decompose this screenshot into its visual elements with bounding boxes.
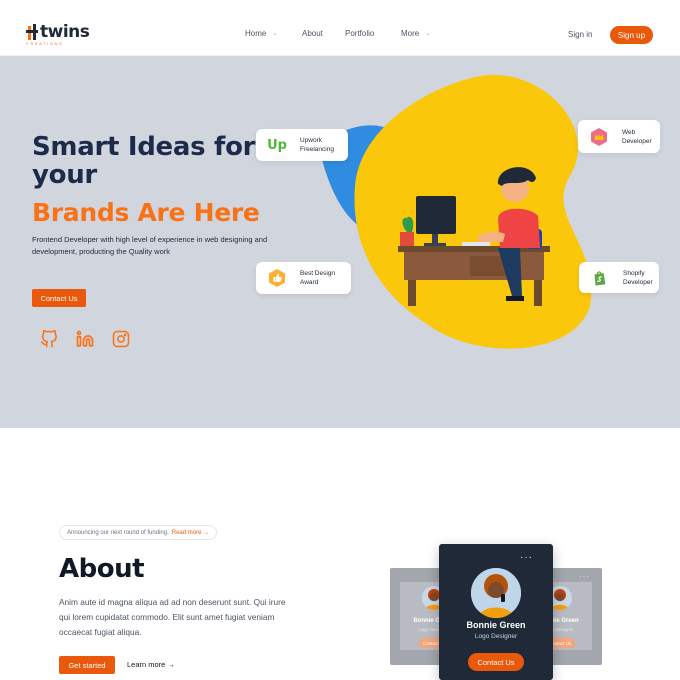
get-started-button[interactable]: Get started bbox=[59, 656, 115, 674]
announcement-pill: Announcing our next round of funding. Re… bbox=[59, 525, 218, 540]
nav-about-label: About bbox=[302, 29, 323, 38]
profile-role: Logo Designer bbox=[474, 633, 518, 640]
github-icon[interactable] bbox=[39, 329, 58, 348]
nav-portfolio[interactable]: Portfolio bbox=[345, 29, 374, 38]
about-title: About bbox=[59, 554, 145, 584]
about-section: Announcing our next round of funding. Re… bbox=[0, 428, 680, 680]
logo[interactable]: twins bbox=[26, 22, 90, 42]
announcement-text: Announcing our next round of funding. bbox=[67, 529, 169, 536]
nav-more-label: More bbox=[401, 29, 420, 38]
logo-mark-icon bbox=[26, 24, 38, 40]
logo-subtitle: creations bbox=[26, 41, 64, 46]
hero-title: Smart Ideas for your bbox=[32, 132, 256, 190]
upwork-label: Upwork Freelancing bbox=[300, 137, 334, 153]
nav-more[interactable]: More ⌄ bbox=[401, 29, 430, 38]
nav-about[interactable]: About bbox=[302, 29, 323, 38]
contact-us-button[interactable]: Contact Us bbox=[468, 653, 524, 671]
shopify-icon bbox=[589, 267, 611, 289]
hero-description: Frontend Developer with high level of ex… bbox=[32, 235, 268, 256]
signup-button[interactable]: Sign up bbox=[610, 26, 653, 44]
thumbs-up-badge-icon bbox=[266, 267, 288, 289]
shopify-card: Shopify Developer bbox=[579, 262, 659, 293]
nav-portfolio-label: Portfolio bbox=[345, 29, 375, 38]
more-options-icon[interactable]: ··· bbox=[520, 552, 533, 563]
shopify-label: Shopify Developer bbox=[623, 269, 653, 286]
chevron-down-icon: ⌄ bbox=[272, 31, 278, 37]
site-header: twins creations Home ⌄ About Portfolio M… bbox=[0, 0, 680, 56]
linkedin-icon[interactable] bbox=[75, 329, 94, 348]
read-more-link[interactable]: Read more → bbox=[172, 530, 209, 536]
social-links bbox=[39, 329, 130, 348]
award-label: Best Design Award bbox=[300, 270, 336, 286]
avatar bbox=[471, 568, 521, 618]
signin-link[interactable]: Sign in bbox=[568, 30, 592, 39]
web-developer-label: Web Developer bbox=[622, 128, 652, 145]
developer-illustration bbox=[320, 74, 592, 349]
contact-us-button[interactable]: Contact Us bbox=[32, 289, 86, 307]
instagram-icon[interactable] bbox=[111, 329, 130, 348]
web-developer-card: Web Developer bbox=[578, 120, 660, 153]
logo-text: twins bbox=[40, 22, 90, 42]
crown-badge-icon bbox=[588, 126, 610, 148]
more-options-icon[interactable]: ··· bbox=[579, 572, 590, 581]
profile-name: Bonnie Green bbox=[466, 620, 526, 630]
nav-home[interactable]: Home ⌄ bbox=[245, 29, 277, 38]
hero-section: Smart Ideas for your Brands Are Here Fro… bbox=[0, 56, 680, 428]
hero-title-accent: Brands Are Here bbox=[32, 198, 260, 227]
upwork-card: Up Upwork Freelancing bbox=[256, 129, 348, 161]
chevron-down-icon: ⌄ bbox=[425, 31, 431, 37]
nav-home-label: Home bbox=[245, 29, 267, 38]
learn-more-link[interactable]: Learn more → bbox=[127, 660, 175, 669]
about-description: Anim aute id magna aliqua ad ad non dese… bbox=[59, 597, 286, 637]
upwork-icon: Up bbox=[267, 137, 287, 153]
profile-card: ··· Bonnie Green Logo Designer Contact U… bbox=[439, 544, 553, 680]
award-card: Best Design Award bbox=[256, 262, 351, 294]
